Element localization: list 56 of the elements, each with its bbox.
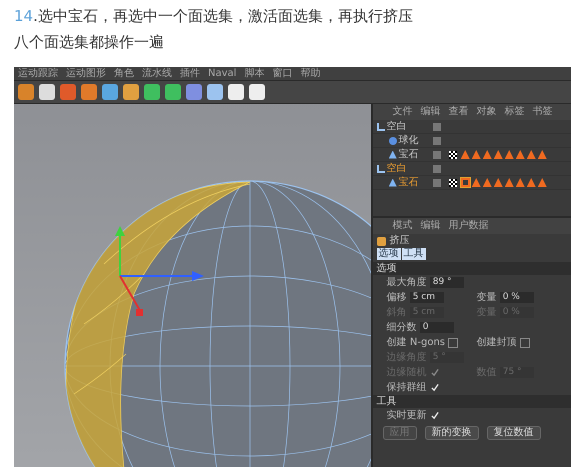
menu-item[interactable]: 角色 [114, 68, 134, 80]
field-label: 保持群组 [386, 382, 427, 394]
field-label: 细分数 [386, 322, 417, 334]
number-field[interactable]: 0 % [500, 292, 534, 303]
menu-item[interactable]: 帮助 [300, 68, 320, 80]
checkbox[interactable] [430, 382, 440, 392]
field-label: 变量 [476, 292, 497, 304]
menu-item[interactable]: 模式 [392, 220, 413, 232]
field-label: 创建封顶 [476, 336, 517, 348]
checker-tag-icon[interactable] [448, 150, 457, 158]
menu-item[interactable]: 文件 [392, 106, 413, 118]
object-name[interactable]: 空白 [386, 120, 407, 132]
menu-item[interactable]: 用户数据 [448, 220, 489, 232]
menu-item[interactable]: 运动图形 [66, 68, 106, 80]
section-header[interactable]: 工具 [372, 395, 571, 408]
object-name[interactable]: 空白 [386, 162, 407, 174]
number-field[interactable]: 89 ° [430, 277, 464, 288]
menu-item[interactable]: 插件 [180, 68, 200, 80]
tool-button[interactable]: 复位数值 [486, 426, 541, 440]
menu-item[interactable]: 编辑 [420, 106, 441, 118]
object-name[interactable]: 宝石 [398, 148, 419, 160]
menu-item[interactable]: Naval [208, 68, 236, 80]
step-heading: 14.选中宝石，再选中一个面选集，激活面选集，再执行挤压 [14, 6, 414, 26]
field-label: 最大角度 [386, 276, 427, 288]
field-label: 实时更新 [386, 410, 427, 422]
menu-item[interactable]: 标签 [504, 106, 525, 118]
menu-item[interactable]: 脚本 [244, 68, 264, 80]
menu-item[interactable]: 编辑 [420, 220, 441, 232]
menu-item[interactable]: 运动跟踪 [18, 68, 58, 80]
menu-item[interactable]: 对象 [476, 106, 497, 118]
number-field[interactable]: 5 cm [410, 292, 444, 303]
section-header[interactable]: 选项 [372, 262, 571, 275]
menu-item[interactable]: 流水线 [142, 68, 172, 80]
checkbox[interactable] [520, 338, 530, 348]
menu-item[interactable]: 窗口 [272, 68, 292, 80]
gem-icon [388, 150, 397, 158]
checkbox[interactable] [430, 410, 440, 420]
number-field[interactable]: 0 [420, 322, 454, 333]
object-name[interactable]: 球化 [398, 134, 419, 146]
axis-gizmo-icon [115, 226, 204, 316]
sphere-icon [388, 136, 397, 144]
checker-tag-icon[interactable] [448, 178, 457, 186]
null-object-icon [376, 122, 385, 130]
menu-item[interactable]: 查看 [448, 106, 469, 118]
tool-button[interactable]: 新的变换 [424, 426, 479, 440]
gem-icon [388, 178, 397, 186]
tab[interactable]: 工具 [402, 248, 426, 260]
step-instruction: 八个面选集都操作一遍 [14, 32, 165, 52]
menu-item[interactable]: 书签 [532, 106, 553, 118]
tool-title: 挤压 [390, 235, 410, 247]
checkbox[interactable] [448, 338, 458, 348]
null-object-icon [376, 164, 385, 172]
object-name[interactable]: 宝石 [398, 176, 419, 188]
field-label: 创建 N-gons [386, 336, 445, 348]
tab[interactable]: 选项 [376, 248, 401, 260]
field-label: 偏移 [386, 292, 407, 304]
